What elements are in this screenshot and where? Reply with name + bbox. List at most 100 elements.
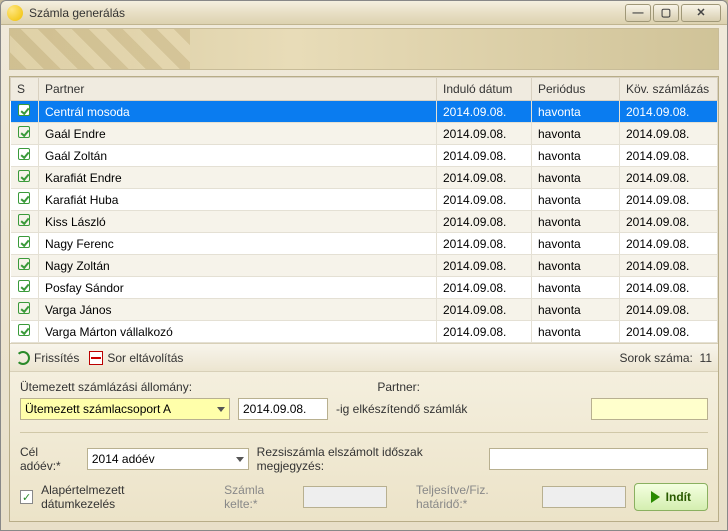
period-cell: havonta xyxy=(532,277,620,299)
until-suffix: -ig elkészítendő számlák xyxy=(336,402,467,416)
period-cell: havonta xyxy=(532,233,620,255)
start-cell: 2014.09.08. xyxy=(437,277,532,299)
start-cell: 2014.09.08. xyxy=(437,233,532,255)
partner-cell: Centrál mosoda xyxy=(39,101,437,123)
table-row[interactable]: Kiss László2014.09.08.havonta2014.09.08. xyxy=(11,211,718,233)
divider xyxy=(20,432,708,433)
app-icon xyxy=(7,5,23,21)
table-header-row: S Partner Induló dátum Periódus Köv. szá… xyxy=(11,78,718,101)
period-cell: havonta xyxy=(532,299,620,321)
sched-dropdown[interactable]: Ütemezett számlacsoport A xyxy=(20,398,230,420)
partner-cell: Gaál Endre xyxy=(39,123,437,145)
next-cell: 2014.09.08. xyxy=(620,321,718,343)
start-cell: 2014.09.08. xyxy=(437,255,532,277)
refresh-label: Frissítés xyxy=(34,351,79,365)
table-row[interactable]: Nagy Zoltán2014.09.08.havonta2014.09.08. xyxy=(11,255,718,277)
remove-row-button[interactable]: Sor eltávolítás xyxy=(89,351,183,365)
col-header-period[interactable]: Periódus xyxy=(532,78,620,101)
titlebar[interactable]: Számla generálás — ▢ ✕ xyxy=(1,1,727,25)
partner-cell: Karafiát Huba xyxy=(39,189,437,211)
col-header-start[interactable]: Induló dátum xyxy=(437,78,532,101)
note-label: Rezsiszámla elszámolt időszak megjegyzés… xyxy=(257,445,482,473)
period-cell: havonta xyxy=(532,145,620,167)
table-row[interactable]: Gaál Endre2014.09.08.havonta2014.09.08. xyxy=(11,123,718,145)
until-date-input[interactable]: 2014.09.08. xyxy=(238,398,328,420)
status-cell xyxy=(11,123,39,145)
status-cell xyxy=(11,167,39,189)
issue-date-input[interactable] xyxy=(303,486,387,508)
due-date-label: Teljesítve/Fiz. határidő:* xyxy=(416,483,534,511)
start-cell: 2014.09.08. xyxy=(437,167,532,189)
status-cell xyxy=(11,233,39,255)
note-input[interactable] xyxy=(489,448,708,470)
next-cell: 2014.09.08. xyxy=(620,123,718,145)
window-buttons: — ▢ ✕ xyxy=(625,4,721,22)
check-icon xyxy=(18,104,30,116)
period-cell: havonta xyxy=(532,167,620,189)
start-cell: 2014.09.08. xyxy=(437,189,532,211)
check-icon xyxy=(18,192,30,204)
play-icon xyxy=(651,491,660,503)
partner-cell: Karafiát Endre xyxy=(39,167,437,189)
sched-label: Ütemezett számlázási állomány: xyxy=(20,380,192,394)
table-row[interactable]: Gaál Zoltán2014.09.08.havonta2014.09.08. xyxy=(11,145,718,167)
table-row[interactable]: Varga János2014.09.08.havonta2014.09.08. xyxy=(11,299,718,321)
next-cell: 2014.09.08. xyxy=(620,145,718,167)
col-header-next[interactable]: Köv. számlázás xyxy=(620,78,718,101)
check-icon xyxy=(18,214,30,226)
taxyear-dropdown[interactable]: 2014 adóév xyxy=(87,448,249,470)
minimize-button[interactable]: — xyxy=(625,4,651,22)
start-cell: 2014.09.08. xyxy=(437,211,532,233)
refresh-button[interactable]: Frissítés xyxy=(16,351,79,365)
due-date-input[interactable] xyxy=(542,486,626,508)
table-row[interactable]: Karafiát Endre2014.09.08.havonta2014.09.… xyxy=(11,167,718,189)
check-icon xyxy=(18,302,30,314)
period-cell: havonta xyxy=(532,255,620,277)
run-button[interactable]: Indít xyxy=(634,483,708,511)
maximize-button[interactable]: ▢ xyxy=(653,4,679,22)
next-cell: 2014.09.08. xyxy=(620,233,718,255)
check-icon xyxy=(18,280,30,292)
partner-cell: Varga Márton vállalkozó xyxy=(39,321,437,343)
status-cell xyxy=(11,277,39,299)
app-window: Számla generálás — ▢ ✕ S Partner Induló … xyxy=(0,0,728,531)
table-row[interactable]: Varga Márton vállalkozó 2014.09.08.havont… xyxy=(11,321,718,343)
check-icon xyxy=(18,258,30,270)
refresh-icon xyxy=(16,351,30,365)
check-icon xyxy=(18,126,30,138)
status-cell xyxy=(11,211,39,233)
issue-date-label: Számla kelte:* xyxy=(224,483,295,511)
chevron-down-icon xyxy=(217,407,225,412)
partner-cell: Posfay Sándor xyxy=(39,277,437,299)
table-row[interactable]: Posfay Sándor2014.09.08.havonta2014.09.0… xyxy=(11,277,718,299)
default-date-checkbox[interactable] xyxy=(20,490,33,504)
table-row[interactable]: Nagy Ferenc2014.09.08.havonta2014.09.08. xyxy=(11,233,718,255)
status-cell xyxy=(11,145,39,167)
window-title: Számla generálás xyxy=(29,6,625,20)
table-row[interactable]: Centrál mosoda2014.09.08.havonta2014.09.… xyxy=(11,101,718,123)
col-header-status[interactable]: S xyxy=(11,78,39,101)
table-row[interactable]: Karafiát Huba2014.09.08.havonta2014.09.0… xyxy=(11,189,718,211)
table-wrap: S Partner Induló dátum Periódus Köv. szá… xyxy=(10,77,718,343)
status-cell xyxy=(11,255,39,277)
start-cell: 2014.09.08. xyxy=(437,101,532,123)
check-icon xyxy=(18,170,30,182)
taxyear-label: Cél adóév:* xyxy=(20,445,79,473)
col-header-partner[interactable]: Partner xyxy=(39,78,437,101)
content-area: S Partner Induló dátum Periódus Köv. szá… xyxy=(9,76,719,522)
remove-icon xyxy=(89,351,103,365)
status-cell xyxy=(11,299,39,321)
status-cell xyxy=(11,189,39,211)
close-button[interactable]: ✕ xyxy=(681,4,721,22)
check-icon xyxy=(18,148,30,160)
start-cell: 2014.09.08. xyxy=(437,123,532,145)
next-cell: 2014.09.08. xyxy=(620,277,718,299)
partner-cell: Gaál Zoltán xyxy=(39,145,437,167)
period-cell: havonta xyxy=(532,189,620,211)
chevron-down-icon xyxy=(236,457,244,462)
partner-input[interactable] xyxy=(591,398,708,420)
period-cell: havonta xyxy=(532,321,620,343)
partner-label: Partner: xyxy=(377,380,420,394)
row-count: Sorok száma: 11 xyxy=(620,351,713,365)
period-cell: havonta xyxy=(532,123,620,145)
